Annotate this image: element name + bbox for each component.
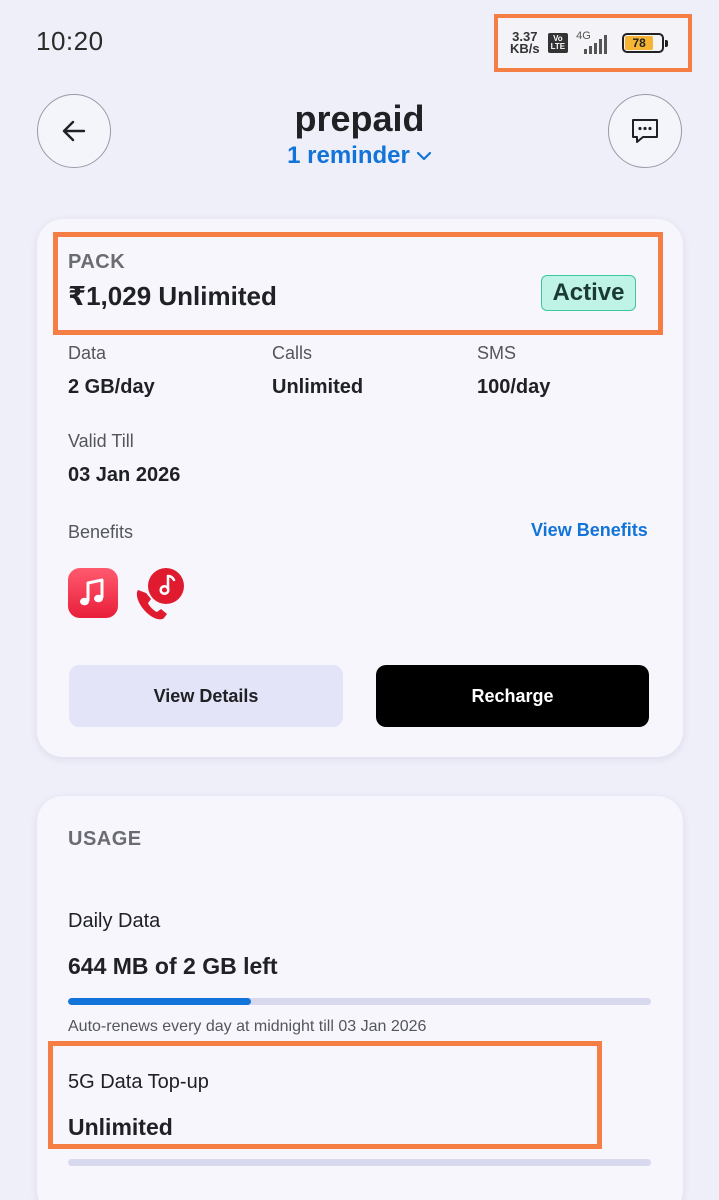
calls-value: Unlimited [272, 376, 364, 398]
caller-tune-logo-icon [136, 568, 184, 620]
valid-till-label: Valid Till [68, 431, 134, 451]
caller-tune-icon[interactable] [132, 566, 188, 622]
topup-label: 5G Data Top-up [68, 1071, 209, 1093]
data-value: 2 GB/day [68, 376, 155, 398]
daily-data-label: Daily Data [68, 910, 161, 932]
status-badge: Active [541, 275, 636, 311]
chat-icon [632, 119, 658, 143]
daily-data-progress [68, 998, 651, 1005]
status-time: 10:20 [36, 26, 104, 56]
topup-progress [68, 1159, 651, 1166]
sms-label: SMS [477, 343, 517, 363]
recharge-button[interactable]: Recharge [376, 665, 649, 727]
benefits-label: Benefits [68, 522, 134, 542]
view-details-button[interactable]: View Details [69, 665, 343, 727]
chat-button[interactable] [608, 94, 682, 168]
daily-data-progress-fill [68, 998, 252, 1005]
network-speed: 3.37 KB/s [510, 29, 540, 56]
pack-label: PACK [68, 251, 126, 273]
chevron-down-icon [416, 151, 431, 161]
pack-name: ₹1,029 Unlimited [68, 281, 277, 311]
valid-till-value: 03 Jan 2026 [68, 464, 181, 486]
volte-icon: Vo LTE [547, 33, 569, 53]
daily-data-value: 644 MB of 2 GB left [68, 953, 278, 979]
view-benefits-link[interactable]: View Benefits [531, 520, 648, 541]
topup-value: Unlimited [68, 1114, 173, 1140]
signal-icon: 4G [576, 30, 614, 54]
music-note-icon [80, 578, 104, 606]
calls-label: Calls [272, 343, 313, 363]
data-label: Data [68, 343, 107, 363]
sms-value: 100/day [477, 376, 551, 398]
usage-label: USAGE [68, 828, 142, 850]
music-app-icon[interactable] [68, 568, 118, 618]
auto-renew-note: Auto-renews every day at midnight till 0… [68, 1018, 427, 1035]
battery-icon: 78 [622, 33, 669, 53]
status-icons: 3.37 KB/s Vo LTE 4G 78 [494, 14, 692, 72]
